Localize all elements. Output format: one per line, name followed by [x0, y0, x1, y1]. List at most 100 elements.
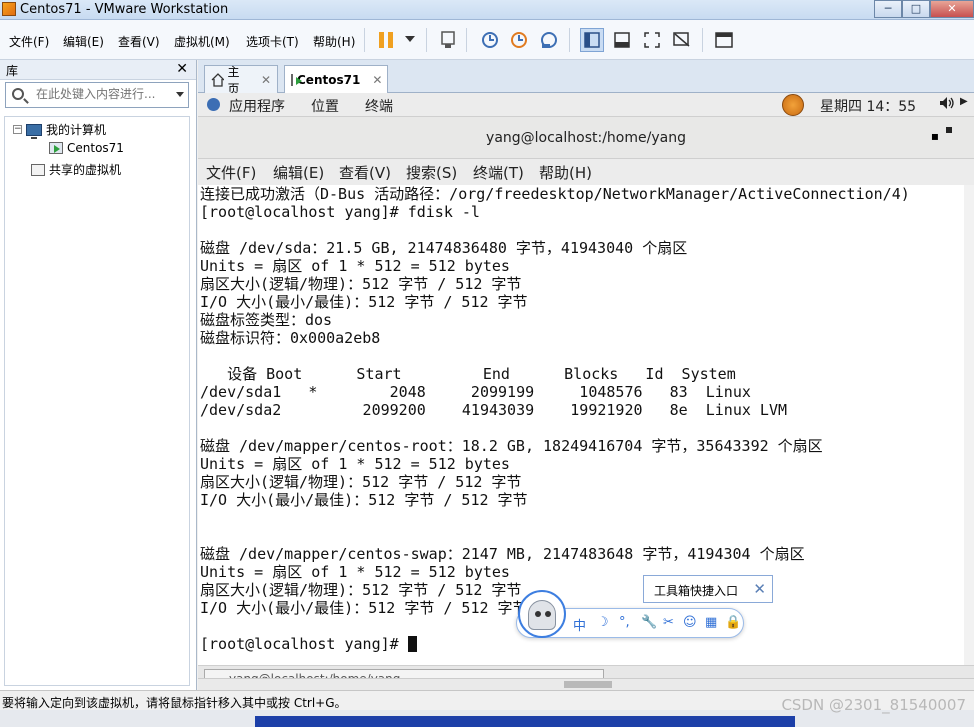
unity-icon[interactable] [670, 28, 694, 52]
send-ctrl-alt-del-icon[interactable] [436, 28, 460, 52]
ime-grid-icon[interactable]: ▦ [705, 615, 717, 630]
menu-edit[interactable]: 编辑(E) [63, 33, 104, 50]
vm-horizontal-scrollbar[interactable] [198, 678, 974, 690]
vm-tree: − 我的计算机 Centos71 共享的虚拟机 [4, 116, 190, 686]
terminal-line: I/O 大小(最小/最佳)：512 字节 / 512 字节 [200, 293, 528, 311]
scroll-thumb[interactable] [564, 681, 612, 688]
terminal-line: 磁盘 /dev/sda：21.5 GB, 21474836480 字节，4194… [200, 239, 688, 257]
vm-display[interactable]: 应用程序 位置 终端 星期四 14：55 ▶ yang@localhost:/h… [198, 93, 974, 690]
notification-avatar-icon[interactable] [782, 94, 804, 116]
menu-file[interactable]: 文件(F) [9, 33, 49, 50]
window-controls: ─ □ ✕ [874, 0, 974, 18]
computer-icon [26, 123, 42, 139]
terminal-menu-file[interactable]: 文件(F) [206, 162, 256, 183]
home-icon [211, 72, 224, 87]
menu-help[interactable]: 帮助(H) [313, 33, 355, 50]
library-title: 库 [6, 64, 19, 78]
gnome-applications-menu[interactable]: 应用程序 [229, 96, 285, 116]
vmware-logo-icon [2, 2, 16, 16]
gnome-clock[interactable]: 星期四 14：55 [820, 96, 916, 116]
snapshot-manager-icon[interactable] [537, 28, 561, 52]
menu-tabs[interactable]: 选项卡(T) [246, 33, 299, 50]
toolbar-separator [426, 28, 427, 52]
window-title: Centos71 - VMware Workstation [20, 2, 229, 17]
minimize-button[interactable]: ─ [874, 0, 902, 18]
ime-punctuation-icon[interactable]: °, [619, 615, 630, 630]
tab-close-icon[interactable]: ✕ [261, 73, 271, 87]
gnome-places-menu[interactable]: 位置 [311, 96, 339, 116]
terminal-line: 连接已成功激活（D-Bus 活动路径：/org/freedesktop/Netw… [200, 185, 910, 203]
console-view-icon[interactable] [712, 28, 736, 52]
library-header: 库 ✕ [0, 60, 196, 80]
library-search[interactable] [5, 82, 189, 108]
library-close-button[interactable]: ✕ [176, 61, 188, 77]
ime-lock-icon[interactable]: 🔒 [725, 615, 741, 630]
close-window-button[interactable]: ✕ [930, 0, 974, 18]
mascot-eye [545, 611, 551, 617]
terminal-menubar: 文件(F) 编辑(E) 查看(V) 搜索(S) 终端(T) 帮助(H) [198, 159, 974, 185]
tree-item-shared-vms[interactable]: 共享的虚拟机 [31, 161, 121, 178]
terminal-line: Units = 扇区 of 1 * 512 = 512 bytes [200, 455, 510, 473]
speaker-icon[interactable] [939, 96, 955, 114]
tab-home[interactable]: 主页 ✕ [204, 65, 278, 96]
tree-item-my-computer[interactable]: − 我的计算机 [13, 121, 106, 139]
snapshot-revert-icon[interactable] [507, 28, 531, 52]
terminal-menu-terminal[interactable]: 终端(T) [473, 162, 524, 183]
terminal-menu-search[interactable]: 搜索(S) [406, 162, 457, 183]
ime-mascot-icon[interactable] [518, 590, 566, 638]
terminal-line: 扇区大小(逻辑/物理)：512 字节 / 512 字节 [200, 473, 522, 491]
terminal-line: Units = 扇区 of 1 * 512 = 512 bytes [200, 563, 510, 581]
terminal-menu-help[interactable]: 帮助(H) [539, 162, 592, 183]
terminal-output[interactable]: 连接已成功激活（D-Bus 活动路径：/org/freedesktop/Netw… [200, 185, 960, 665]
terminal-line: 磁盘 /dev/mapper/centos-swap：2147 MB, 2147… [200, 545, 805, 563]
menu-view[interactable]: 查看(V) [118, 33, 160, 50]
tab-centos71[interactable]: Centos71 ✕ [284, 65, 388, 94]
show-library-icon[interactable] [580, 28, 604, 52]
thumbnail-bar-icon[interactable] [610, 28, 634, 52]
tree-item-centos71[interactable]: Centos71 [49, 141, 124, 155]
terminal-menu-view[interactable]: 查看(V) [339, 162, 391, 183]
ime-emoji-icon[interactable]: ☺ [683, 615, 697, 630]
tab-close-icon[interactable]: ✕ [372, 73, 382, 87]
terminal-menu-edit[interactable]: 编辑(E) [273, 162, 324, 183]
terminal-scrollbar[interactable] [964, 185, 974, 665]
menu-toolbar: 文件(F) 编辑(E) 查看(V) 虚拟机(M) 选项卡(T) 帮助(H) [0, 20, 974, 60]
chevron-down-icon[interactable] [398, 28, 422, 52]
tab-strip: 主页 ✕ Centos71 ✕ [198, 60, 974, 96]
fullscreen-icon[interactable] [640, 28, 664, 52]
toolbar-separator [466, 28, 467, 52]
ime-tooltip-close[interactable]: ✕ [753, 580, 766, 598]
library-search-input[interactable] [36, 87, 166, 101]
tab-label: 主页 [227, 64, 240, 96]
terminal-line: 磁盘标签类型：dos [200, 311, 333, 329]
caret-right-icon[interactable]: ▶ [960, 96, 968, 107]
ime-clipboard-icon[interactable]: ✂ [663, 615, 674, 630]
terminal-line: 扇区大小(逻辑/物理)：512 字节 / 512 字节 [200, 275, 522, 293]
menu-vm[interactable]: 虚拟机(M) [174, 33, 230, 50]
terminal-line: [root@localhost yang]# fdisk -l [200, 203, 480, 221]
ime-chinese-mode-icon[interactable]: 中 [573, 615, 586, 634]
terminal-maximize-button[interactable] [946, 127, 952, 133]
ime-half-width-icon[interactable]: ☽ [597, 615, 609, 630]
bottom-banner [255, 716, 795, 727]
terminal-line: I/O 大小(最小/最佳)：512 字节 / 512 字节 [200, 491, 528, 509]
watermark: CSDN @2301_81540007 [781, 696, 966, 714]
collapse-icon[interactable]: − [13, 125, 22, 134]
toolbar-separator [702, 28, 703, 52]
terminal-line: /dev/sda2 2099200 41943039 19921920 8e L… [200, 401, 787, 419]
maximize-button[interactable]: □ [902, 0, 930, 18]
snapshot-take-icon[interactable] [478, 28, 502, 52]
terminal-line: Units = 扇区 of 1 * 512 = 512 bytes [200, 257, 510, 275]
mascot-face [528, 600, 556, 630]
shared-vm-icon [31, 163, 45, 176]
gnome-terminal-menu[interactable]: 终端 [365, 96, 393, 116]
chevron-down-icon[interactable] [176, 92, 184, 97]
window-titlebar: Centos71 - VMware Workstation ─ □ ✕ [0, 0, 974, 20]
ime-tools-icon[interactable]: 🔧 [641, 615, 657, 630]
terminal-minimize-button[interactable]: ▪ [931, 129, 939, 143]
pause-icon[interactable] [374, 28, 398, 52]
